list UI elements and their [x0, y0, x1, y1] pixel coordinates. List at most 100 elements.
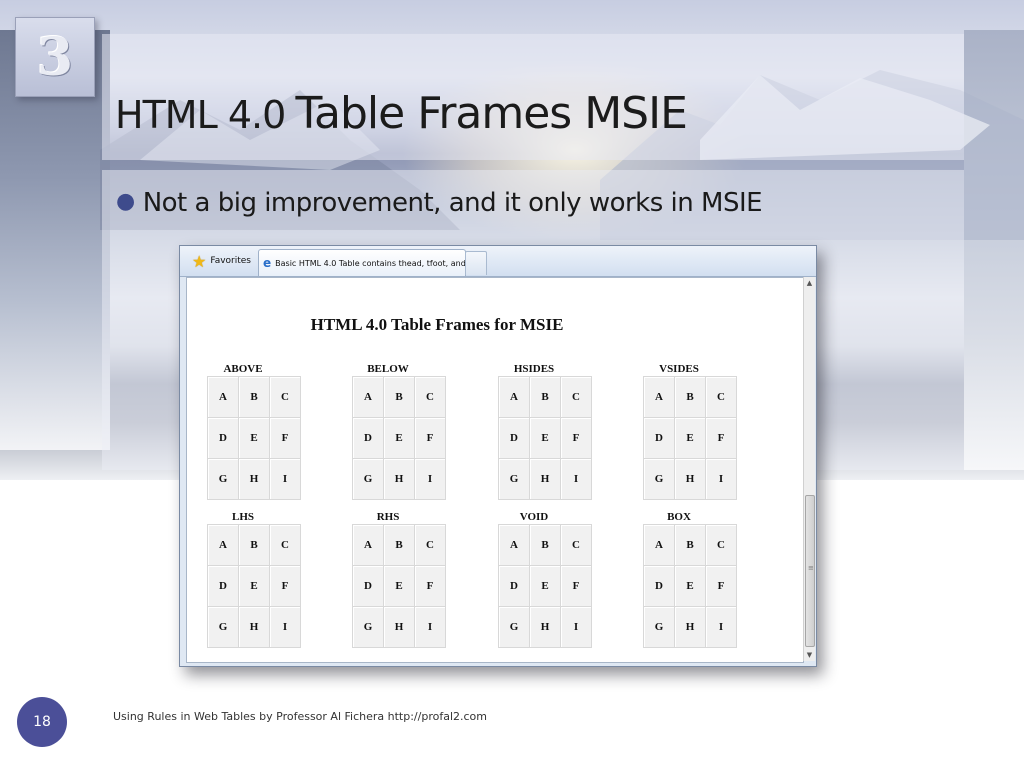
table-cell: F [414, 417, 446, 459]
table-cell: I [414, 606, 446, 648]
table-cell: H [238, 606, 271, 648]
table-caption: VSIDES [659, 363, 699, 375]
favorites-button[interactable]: ★ Favorites [186, 250, 257, 272]
table-cell: F [560, 565, 592, 607]
table-row: GHI [497, 606, 592, 648]
table-cell: I [269, 606, 301, 648]
table-cell: E [238, 565, 271, 607]
frame-demo-table: LHS A B C D E F G H I [191, 510, 301, 648]
demo-table: ABCDEFGHI [642, 524, 737, 648]
table-cell: G [497, 606, 531, 648]
table-cell: F [269, 565, 301, 607]
scroll-grip-icon: ≡ [808, 564, 814, 572]
table-cell: G [642, 606, 676, 648]
table-cell: B [674, 376, 707, 418]
table-cell: F [269, 417, 301, 459]
table-row: GHI [206, 606, 301, 648]
frame-demo-table: ABOVE A B C D E F G H I [191, 362, 301, 500]
table-cell: B [383, 524, 416, 566]
table-cell: B [383, 376, 416, 418]
new-tab-button[interactable] [465, 251, 487, 275]
table-cell: D [351, 417, 385, 459]
ie-page-icon: e [263, 256, 272, 270]
table-cell: E [529, 565, 562, 607]
table-cell: E [238, 417, 271, 459]
table-cell: E [383, 417, 416, 459]
table-cell: G [351, 606, 385, 648]
table-row: DEF [351, 565, 446, 607]
star-icon: ★ [192, 251, 207, 271]
table-cell: G [497, 458, 531, 500]
scroll-down-arrow-icon[interactable]: ▼ [804, 649, 815, 661]
scroll-thumb[interactable]: ≡ [805, 495, 815, 647]
table-cell: H [674, 458, 707, 500]
table-cell: A [642, 376, 676, 418]
table-cell: H [383, 606, 416, 648]
frame-demo-table: VSIDES A B C D E F G H I [627, 362, 737, 500]
table-cell: I [560, 458, 592, 500]
table-cell: E [529, 417, 562, 459]
browser-tab-active[interactable]: e Basic HTML 4.0 Table contains thead, t… [258, 249, 466, 276]
table-cell: D [642, 565, 676, 607]
table-cell: E [674, 565, 707, 607]
demo-table: ABCDEFGHI [351, 524, 446, 648]
table-cell: C [269, 524, 301, 566]
frame-demo-table: VOID A B C D E F G H I [482, 510, 592, 648]
frame-demo-table: BELOW A B C D E F G H I [336, 362, 446, 500]
browser-tab-bar: ★ Favorites e Basic HTML 4.0 Table conta… [180, 246, 816, 277]
table-cell: B [529, 524, 562, 566]
page-number-circle: 18 [17, 697, 67, 747]
table-row: ABC [497, 376, 592, 418]
table-row: DEF [642, 565, 737, 607]
table-row: GHI [351, 606, 446, 648]
table-cell: D [642, 417, 676, 459]
table-row: ABC [351, 376, 446, 418]
slide-number-badge: 3 [15, 17, 95, 97]
table-cell: I [705, 606, 737, 648]
frame-demo-table: BOX A B C D E F G H I [627, 510, 737, 648]
table-caption: VOID [519, 511, 549, 523]
table-cell: B [674, 524, 707, 566]
table-row: ABC [642, 524, 737, 566]
table-cell: A [206, 376, 240, 418]
table-caption: RHS [376, 511, 400, 523]
table-row: DEF [497, 565, 592, 607]
demo-table: ABCDEFGHI [206, 376, 301, 500]
vertical-scrollbar[interactable]: ▲ ≡ ▼ [803, 277, 815, 661]
table-cell: H [238, 458, 271, 500]
frame-demo-table: HSIDES A B C D E F G H I [482, 362, 592, 500]
table-cell: A [351, 376, 385, 418]
table-row: ABC [206, 376, 301, 418]
table-cell: D [206, 565, 240, 607]
table-cell: H [674, 606, 707, 648]
table-cell: C [269, 376, 301, 418]
title-part-2: Table Frames MSIE [295, 88, 687, 139]
table-caption: LHS [231, 511, 254, 523]
table-row: GHI [642, 458, 737, 500]
table-row: GHI [642, 606, 737, 648]
table-cell: C [414, 376, 446, 418]
table-cell: F [414, 565, 446, 607]
table-cell: D [351, 565, 385, 607]
table-cell: I [705, 458, 737, 500]
scroll-up-arrow-icon[interactable]: ▲ [804, 277, 815, 289]
frame-demo-table: RHS A B C D E F G H I [336, 510, 446, 648]
table-cell: I [560, 606, 592, 648]
table-cell: F [560, 417, 592, 459]
page-number: 18 [33, 714, 51, 730]
table-cell: I [269, 458, 301, 500]
table-row: GHI [351, 458, 446, 500]
table-row: ABC [206, 524, 301, 566]
table-row: DEF [642, 417, 737, 459]
table-row: GHI [497, 458, 592, 500]
table-cell: G [206, 606, 240, 648]
demo-table: ABCDEFGHI [497, 524, 592, 648]
table-cell: G [642, 458, 676, 500]
table-cell: I [414, 458, 446, 500]
table-row: ABC [351, 524, 446, 566]
table-cell: B [238, 376, 271, 418]
table-row: DEF [206, 565, 301, 607]
table-cell: E [674, 417, 707, 459]
slide-title: HTML 4.0 Table Frames MSIE [115, 88, 688, 139]
table-cell: D [206, 417, 240, 459]
